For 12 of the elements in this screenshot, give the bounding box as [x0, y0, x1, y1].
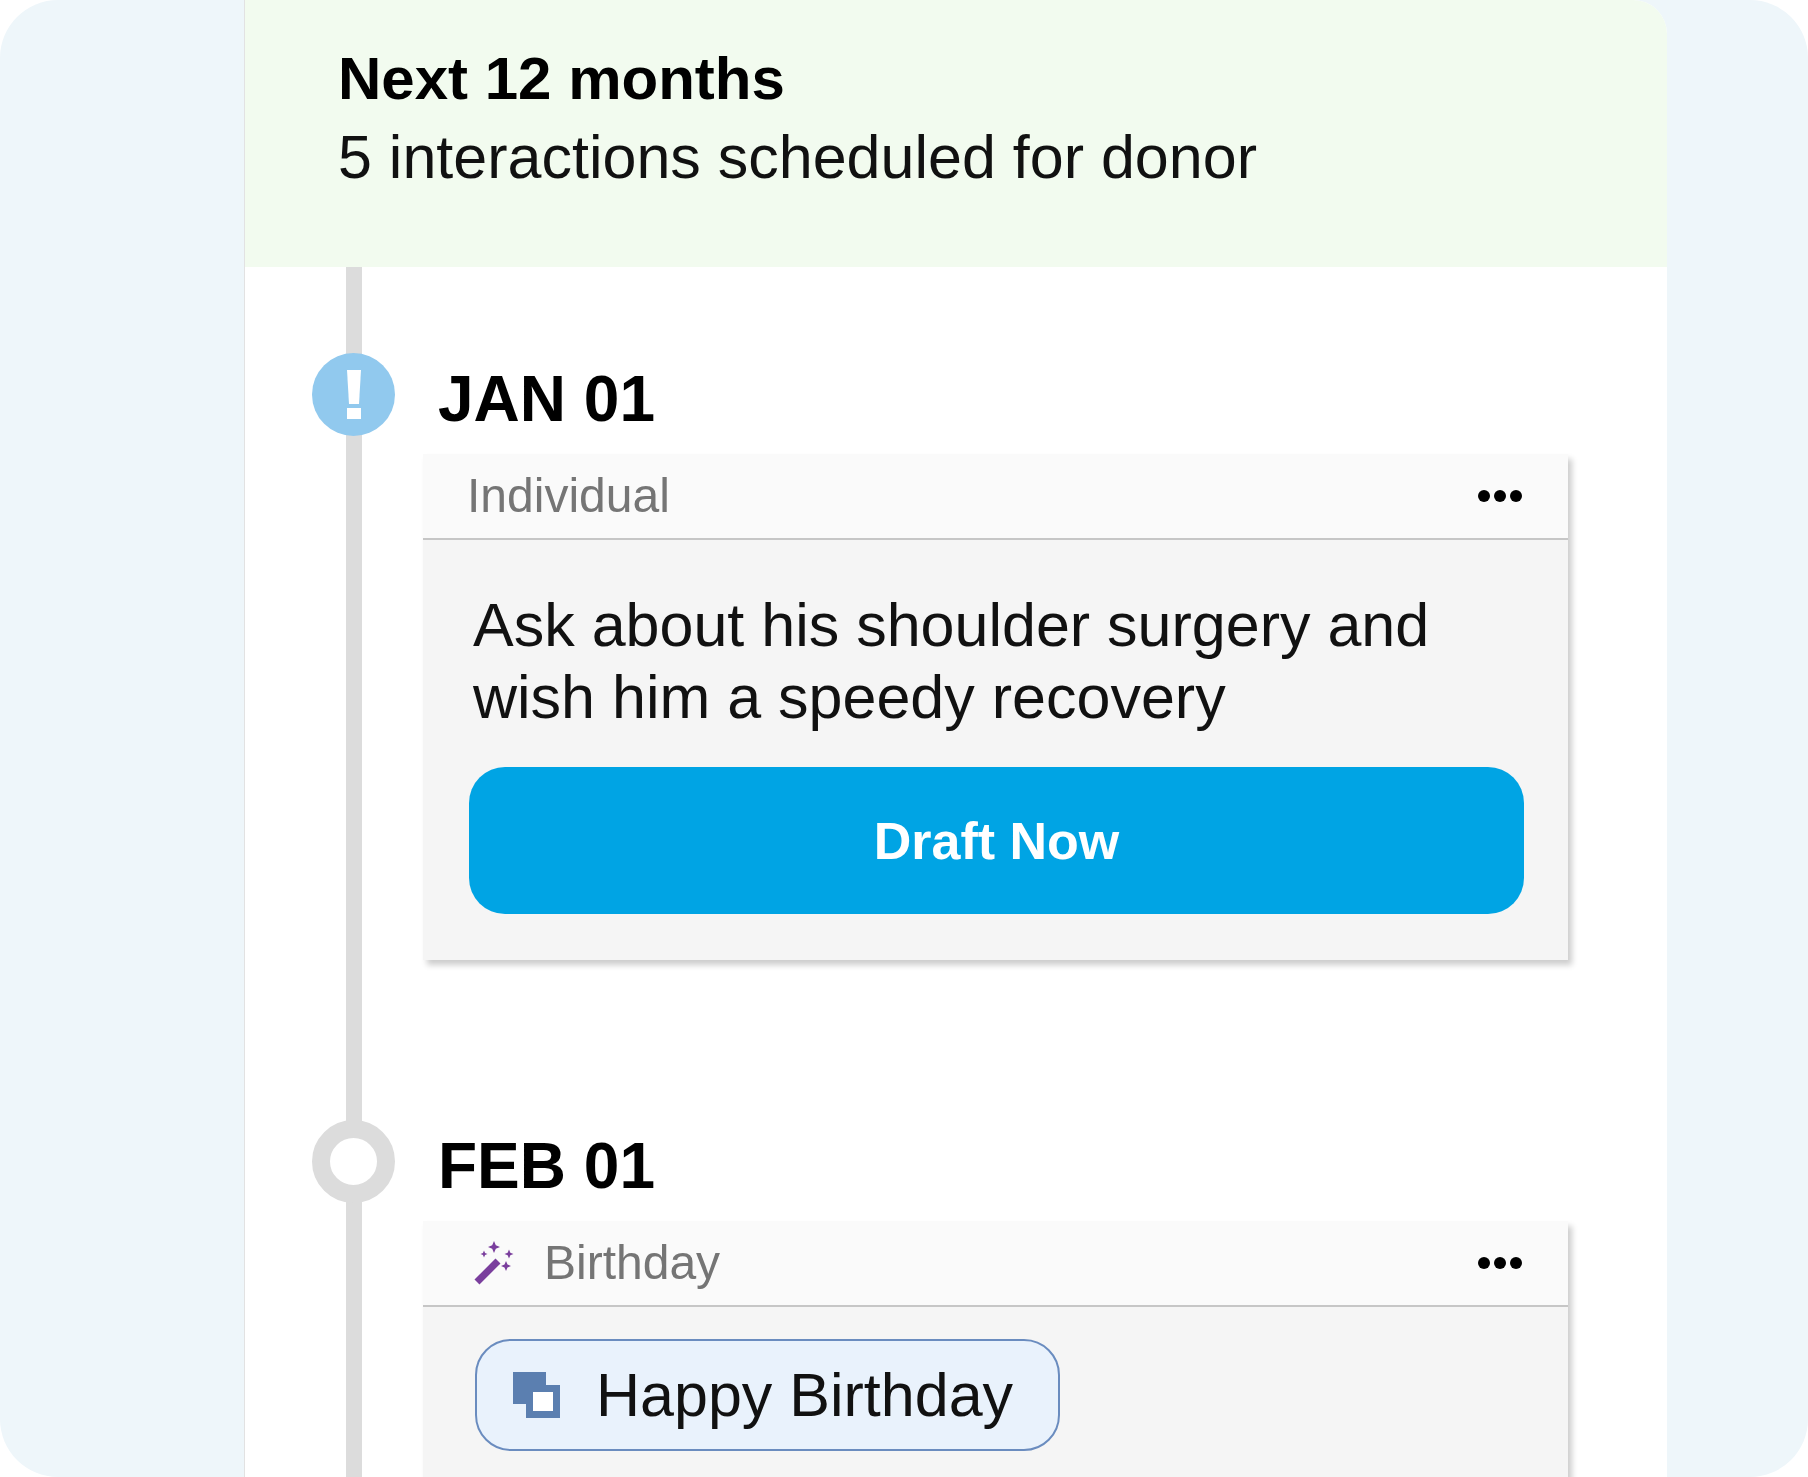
category-label: Individual: [467, 472, 671, 520]
message-text: Ask about his shoulder surgery and wish him a speedy recovery: [473, 590, 1431, 733]
more-icon[interactable]: [1478, 1257, 1522, 1269]
summary-title: Next 12 months: [338, 48, 786, 110]
template-chip[interactable]: Happy Birthday: [475, 1339, 1060, 1451]
date-label: FEB 01: [438, 1128, 655, 1198]
category-label: Birthday: [544, 1239, 722, 1287]
overlapping-squares-icon: [513, 1372, 560, 1418]
date-label: JAN 01: [438, 361, 655, 431]
more-icon[interactable]: [1478, 490, 1522, 502]
summary-subtitle: 5 interactions scheduled for donor: [338, 126, 1258, 188]
magic-wand-icon: [473, 1240, 514, 1286]
